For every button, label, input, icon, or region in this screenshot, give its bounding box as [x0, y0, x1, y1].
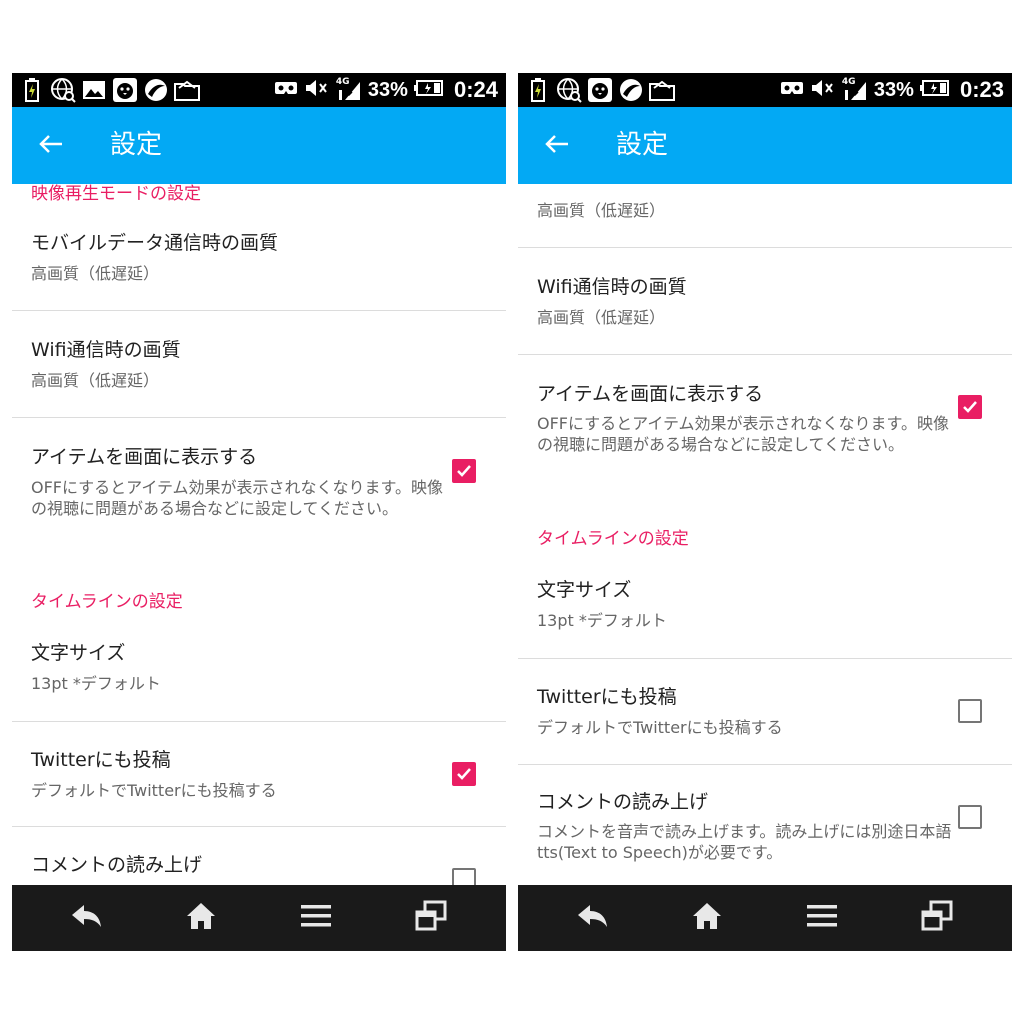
- settings-list[interactable]: 映像再生モードの設定 モバイルデータ通信時の画質 高画質（低遅延） Wifi通信…: [12, 184, 506, 885]
- nav-home-button[interactable]: [687, 898, 727, 938]
- setting-value: 13pt *デフォルト: [31, 674, 161, 693]
- nav-recent-apps-button[interactable]: [917, 898, 957, 938]
- folder-icon: [173, 76, 201, 104]
- setting-value: 高画質（低遅延）: [31, 371, 160, 390]
- status-time: 0:24: [453, 77, 498, 102]
- navigation-bar: [12, 885, 506, 951]
- setting-description: デフォルトでTwitterにも投稿する: [31, 781, 277, 800]
- setting-wifi-quality[interactable]: [518, 248, 1012, 354]
- setting-description: OFFにするとアイテム効果が表示されなくなります。映像の視聴に問題がある場合など…: [537, 414, 949, 454]
- setting-title: Twitterにも投稿: [537, 686, 677, 708]
- divider: [518, 764, 1012, 765]
- back-arrow-icon: [70, 903, 104, 933]
- menu-icon: [300, 903, 332, 933]
- setting-value: 高画質（低遅延）: [537, 201, 666, 220]
- item-display-checkbox[interactable]: [452, 459, 476, 483]
- divider: [518, 658, 1012, 659]
- signal-4g-icon: 4G: [336, 78, 362, 102]
- twitter-post-checkbox[interactable]: [452, 762, 476, 786]
- page-title: 設定: [110, 130, 163, 160]
- divider: [12, 826, 506, 827]
- setting-description: OFFにするとアイテム効果が表示されなくなります。映像の視聴に問題がある場合など…: [31, 478, 443, 518]
- signal-4g-icon: 4G: [842, 78, 868, 102]
- volume-muted-icon: [304, 78, 330, 102]
- home-icon: [185, 901, 217, 935]
- battery-charging-notification-icon: [18, 76, 46, 104]
- comment-readout-checkbox[interactable]: [452, 868, 476, 885]
- phone-screen-left: 4G 33% 0:24 設定 映像再生モードの設定 モバイルデータ通信時の画質 …: [12, 73, 506, 951]
- nav-menu-button[interactable]: [802, 898, 842, 938]
- recent-apps-icon: [921, 900, 953, 936]
- section-header-video: 映像再生モードの設定: [31, 184, 201, 204]
- arrow-left-icon: [544, 133, 570, 159]
- globe-search-icon: [555, 76, 583, 104]
- battery-percent: 33%: [873, 79, 914, 101]
- section-header-timeline: タイムラインの設定: [537, 529, 689, 549]
- back-arrow-icon: [576, 903, 610, 933]
- app-notification-icon: [617, 76, 645, 104]
- vr-app-icon: [274, 79, 298, 101]
- arrow-left-icon: [38, 133, 64, 159]
- globe-search-icon: [49, 76, 77, 104]
- setting-value: 13pt *デフォルト: [537, 611, 667, 630]
- app-notification-icon: [142, 76, 170, 104]
- status-bar: 4G 33% 0:23: [518, 73, 1012, 107]
- divider: [12, 721, 506, 722]
- setting-title: コメントの読み上げ: [537, 791, 709, 813]
- chick-character-icon: [586, 76, 614, 104]
- setting-title: Wifi通信時の画質: [537, 276, 687, 298]
- menu-icon: [806, 903, 838, 933]
- setting-description: デフォルトでTwitterにも投稿する: [537, 718, 783, 737]
- folder-icon: [648, 76, 676, 104]
- setting-title: 文字サイズ: [537, 579, 632, 601]
- nav-recent-apps-button[interactable]: [411, 898, 451, 938]
- nav-back-button[interactable]: [573, 898, 613, 938]
- app-bar: 設定: [518, 107, 1012, 184]
- setting-title: モバイルデータ通信時の画質: [31, 232, 279, 254]
- status-bar: 4G 33% 0:24: [12, 73, 506, 107]
- battery-icon: [919, 79, 950, 101]
- setting-title: アイテムを画面に表示する: [537, 383, 764, 405]
- setting-font-size[interactable]: [518, 556, 1012, 658]
- chick-character-icon: [111, 76, 139, 104]
- setting-value: 高画質（低遅延）: [537, 308, 666, 327]
- phone-screen-right: 4G 33% 0:23 設定 高画質（低遅延） Wifi通信時の画質 高画質（低…: [518, 73, 1012, 951]
- vr-app-icon: [780, 79, 804, 101]
- setting-title: アイテムを画面に表示する: [31, 446, 258, 468]
- nav-menu-button[interactable]: [296, 898, 336, 938]
- setting-wifi-quality[interactable]: [12, 311, 506, 418]
- comment-readout-checkbox[interactable]: [958, 805, 982, 829]
- status-time: 0:23: [959, 77, 1004, 102]
- item-display-checkbox[interactable]: [958, 395, 982, 419]
- nav-back-button[interactable]: [67, 898, 107, 938]
- settings-list[interactable]: 高画質（低遅延） Wifi通信時の画質 高画質（低遅延） アイテムを画面に表示す…: [518, 184, 1012, 885]
- back-button[interactable]: [30, 125, 72, 167]
- back-button[interactable]: [536, 125, 578, 167]
- setting-description: コメントを音声で読み上げます。読み上げには別途日本語tts(Text to Sp…: [537, 822, 952, 862]
- page-title: 設定: [616, 130, 669, 160]
- section-header-timeline: タイムラインの設定: [31, 592, 183, 612]
- battery-percent: 33%: [367, 79, 408, 101]
- divider: [12, 417, 506, 418]
- divider: [518, 354, 1012, 355]
- setting-mobile-quality[interactable]: [12, 212, 506, 310]
- recent-apps-icon: [415, 900, 447, 936]
- setting-title: Wifi通信時の画質: [31, 339, 181, 361]
- navigation-bar: [518, 885, 1012, 951]
- battery-charging-notification-icon: [524, 76, 552, 104]
- nav-home-button[interactable]: [181, 898, 221, 938]
- setting-title: コメントの読み上げ: [31, 854, 203, 876]
- volume-muted-icon: [810, 78, 836, 102]
- setting-title: 文字サイズ: [31, 642, 126, 664]
- setting-font-size[interactable]: [12, 620, 506, 721]
- setting-title: Twitterにも投稿: [31, 749, 171, 771]
- home-icon: [691, 901, 723, 935]
- twitter-post-checkbox[interactable]: [958, 699, 982, 723]
- app-bar: 設定: [12, 107, 506, 184]
- setting-value: 高画質（低遅延）: [31, 264, 160, 283]
- battery-icon: [413, 79, 444, 101]
- image-icon: [80, 76, 108, 104]
